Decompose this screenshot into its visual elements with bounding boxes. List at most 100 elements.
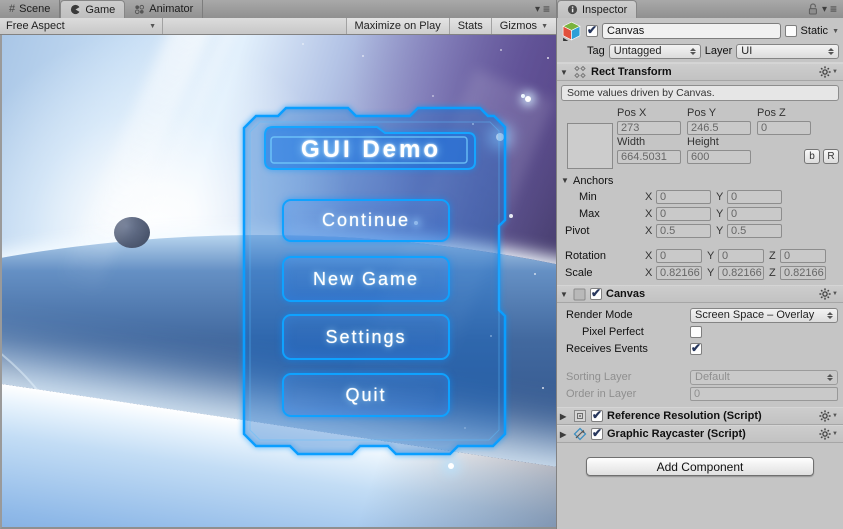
- graphic-raycaster-title: Graphic Raycaster (Script): [607, 428, 815, 440]
- anchors-min-row: Min X 0 Y 0: [557, 188, 843, 205]
- reference-resolution-header[interactable]: ▶ Reference Resolution (Script) ▼: [557, 407, 843, 425]
- pane-menu-icon[interactable]: ≡: [543, 2, 550, 16]
- pos-x-field[interactable]: 273: [617, 121, 681, 135]
- graphic-raycaster-enabled-checkbox[interactable]: [591, 428, 603, 440]
- foldout-open-icon[interactable]: ▼: [560, 68, 569, 77]
- gear-icon[interactable]: ▼: [819, 288, 838, 300]
- rotation-x-field[interactable]: 0: [656, 249, 702, 263]
- game-view: GUI Demo Continue New Game Settings Quit: [0, 35, 556, 529]
- scale-row: Scale X 0.82166 Y 0.82166 Z 0.82166: [557, 264, 843, 281]
- sorting-layer-dropdown[interactable]: Default: [690, 370, 838, 385]
- game-panel: # Scene Game Animator ▾ ≡ F: [0, 0, 556, 529]
- gear-icon[interactable]: ▼: [819, 66, 838, 78]
- height-field[interactable]: 600: [687, 150, 751, 164]
- layer-dropdown[interactable]: UI: [736, 44, 839, 59]
- menu-title-plate: GUI Demo: [262, 124, 480, 172]
- tag-dropdown[interactable]: Untagged: [609, 44, 701, 59]
- inspector-body: Canvas Static ▼ Tag Untagged Layer UI: [557, 18, 843, 529]
- tab-animator-label: Animator: [149, 3, 193, 15]
- reference-resolution-icon: [573, 409, 587, 423]
- tab-scene[interactable]: # Scene: [0, 0, 60, 18]
- pos-z-field[interactable]: 0: [757, 121, 811, 135]
- gui-demo-panel: GUI Demo Continue New Game Settings Quit: [242, 102, 508, 460]
- canvas-enabled-checkbox[interactable]: [590, 288, 602, 300]
- gameobject-enabled-checkbox[interactable]: [586, 25, 598, 37]
- game-toolbar: Free Aspect ▼ Maximize on Play Stats Giz…: [0, 18, 556, 35]
- layer-label: Layer: [705, 45, 733, 57]
- scale-y-field[interactable]: 0.82166: [718, 266, 764, 280]
- foldout-open-icon: ▼: [561, 176, 570, 185]
- render-mode-row: Render Mode Screen Space – Overlay: [557, 307, 843, 323]
- max-y-field[interactable]: 0: [727, 207, 782, 221]
- pixel-perfect-row: Pixel Perfect: [557, 324, 843, 340]
- aspect-dropdown[interactable]: Free Aspect ▼: [0, 18, 163, 34]
- static-label: Static: [801, 25, 829, 37]
- anchors-foldout[interactable]: ▼ Anchors: [557, 173, 843, 188]
- tab-inspector-label: Inspector: [582, 4, 627, 16]
- width-field[interactable]: 664.5031: [617, 150, 681, 164]
- maximize-on-play-button[interactable]: Maximize on Play: [346, 18, 449, 34]
- gear-icon[interactable]: ▼: [819, 428, 838, 440]
- inspector-panel: Inspector ▾ ≡: [556, 0, 843, 529]
- static-dropdown-icon[interactable]: ▼: [832, 28, 839, 35]
- canvas-component-header[interactable]: ▼ Canvas ▼: [557, 285, 843, 303]
- pane-menu-icon[interactable]: ≡: [830, 2, 837, 16]
- stats-button[interactable]: Stats: [449, 18, 491, 34]
- foldout-closed-icon[interactable]: ▶: [560, 412, 569, 421]
- add-component-button[interactable]: Add Component: [586, 457, 814, 476]
- raw-edit-mode-button[interactable]: R: [823, 149, 839, 164]
- canvas-title: Canvas: [606, 288, 815, 300]
- reference-resolution-enabled-checkbox[interactable]: [591, 410, 603, 422]
- updown-arrow-icon: [690, 48, 696, 55]
- inspector-tabstrip: Inspector ▾ ≡: [557, 0, 843, 18]
- order-in-layer-field[interactable]: 0: [690, 387, 838, 401]
- anchors-max-row: Max X 0 Y 0: [557, 205, 843, 222]
- max-x-field[interactable]: 0: [656, 207, 711, 221]
- pivot-y-field[interactable]: 0.5: [727, 224, 782, 238]
- updown-arrow-icon: [827, 374, 833, 381]
- gizmos-dropdown[interactable]: Gizmos ▼: [491, 18, 556, 34]
- render-mode-dropdown[interactable]: Screen Space – Overlay: [690, 308, 838, 323]
- static-checkbox[interactable]: [785, 25, 797, 37]
- foldout-closed-icon[interactable]: ▶: [560, 430, 569, 439]
- new-game-button[interactable]: New Game: [282, 256, 450, 302]
- chevron-down-icon: ▼: [541, 23, 548, 30]
- reference-resolution-title: Reference Resolution (Script): [607, 410, 815, 422]
- anchor-preset-button[interactable]: [567, 123, 613, 169]
- foldout-open-icon[interactable]: ▼: [560, 290, 569, 299]
- rect-transform-header[interactable]: ▼ Rect Transform ▼: [557, 63, 843, 81]
- min-x-field[interactable]: 0: [656, 190, 711, 204]
- gear-icon[interactable]: ▼: [819, 410, 838, 422]
- canvas-icon: [573, 288, 586, 301]
- pane-dropdown-icon[interactable]: ▾: [535, 4, 540, 15]
- pivot-x-field[interactable]: 0.5: [656, 224, 711, 238]
- scale-x-field[interactable]: 0.82166: [656, 266, 702, 280]
- lens-flare: [448, 463, 454, 469]
- receives-events-checkbox[interactable]: [690, 343, 702, 355]
- min-y-field[interactable]: 0: [727, 190, 782, 204]
- pane-dropdown-icon[interactable]: ▾: [822, 4, 827, 15]
- scale-z-field[interactable]: 0.82166: [780, 266, 826, 280]
- aspect-label: Free Aspect: [6, 20, 65, 32]
- tab-inspector[interactable]: Inspector: [557, 0, 637, 18]
- blueprint-mode-button[interactable]: b: [804, 149, 820, 164]
- graphic-raycaster-header[interactable]: ▶ Graphic Raycaster (Script) ▼: [557, 425, 843, 443]
- continue-button[interactable]: Continue: [282, 199, 450, 242]
- game-icon: [70, 4, 81, 15]
- quit-button[interactable]: Quit: [282, 373, 450, 417]
- rotation-y-field[interactable]: 0: [718, 249, 764, 263]
- rotation-z-field[interactable]: 0: [780, 249, 826, 263]
- receives-events-row: Receives Events: [557, 341, 843, 357]
- pixel-perfect-checkbox[interactable]: [690, 326, 702, 338]
- rotation-row: Rotation X 0 Y 0 Z 0: [557, 247, 843, 264]
- tab-animator[interactable]: Animator: [125, 0, 203, 18]
- gameobject-cube-icon[interactable]: [561, 21, 582, 42]
- scene-icon: #: [9, 3, 15, 15]
- unity-editor: # Scene Game Animator ▾ ≡ F: [0, 0, 843, 529]
- gameobject-name-field[interactable]: Canvas: [602, 23, 781, 39]
- pos-y-field[interactable]: 246.5: [687, 121, 751, 135]
- settings-button[interactable]: Settings: [282, 314, 450, 360]
- lock-icon[interactable]: [808, 3, 819, 15]
- tab-game[interactable]: Game: [60, 0, 125, 18]
- graphic-raycaster-icon: [573, 427, 587, 441]
